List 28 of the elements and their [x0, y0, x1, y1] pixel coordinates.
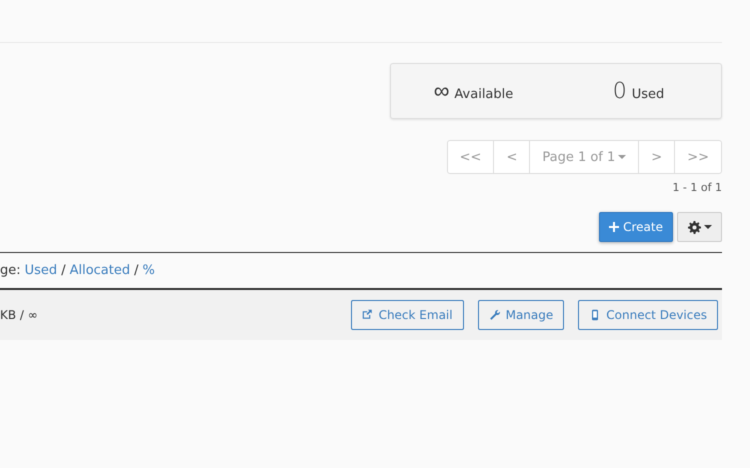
stat-label: Available [454, 87, 514, 102]
external-link-icon [362, 309, 374, 321]
sort-link[interactable]: % [142, 263, 155, 278]
stat-value: ∞ [434, 78, 450, 104]
sort-link[interactable]: Used [24, 263, 58, 278]
page-select[interactable]: Page 1 of 1 [529, 140, 640, 174]
create-button[interactable]: Create [599, 212, 673, 242]
sort-link[interactable]: Allocated [70, 263, 130, 278]
result-range: 1 - 1 of 1 [672, 181, 722, 194]
header-text: ge: [0, 263, 21, 278]
next-page-button[interactable]: > [638, 140, 676, 174]
action-button[interactable]: Connect Devices [578, 300, 718, 330]
wrench-icon [488, 309, 501, 321]
first-page-button[interactable]: << [446, 140, 494, 174]
last-page-button[interactable]: >> [674, 140, 722, 174]
stat-value: 0 [612, 78, 627, 104]
header-text: / [134, 263, 138, 278]
action-button[interactable]: Check Email [350, 300, 464, 330]
settings-icon [688, 220, 700, 234]
action-button[interactable]: Manage [478, 300, 564, 330]
previous-page-button[interactable]: < [493, 140, 530, 174]
usage-text: KB / ∞ [0, 308, 39, 322]
stat-label: Used [632, 86, 664, 102]
plus-icon [609, 222, 620, 232]
header-text: / [61, 263, 66, 278]
caret-icon [704, 225, 712, 229]
settings-button[interactable] [677, 212, 722, 242]
caret-icon [618, 155, 626, 159]
